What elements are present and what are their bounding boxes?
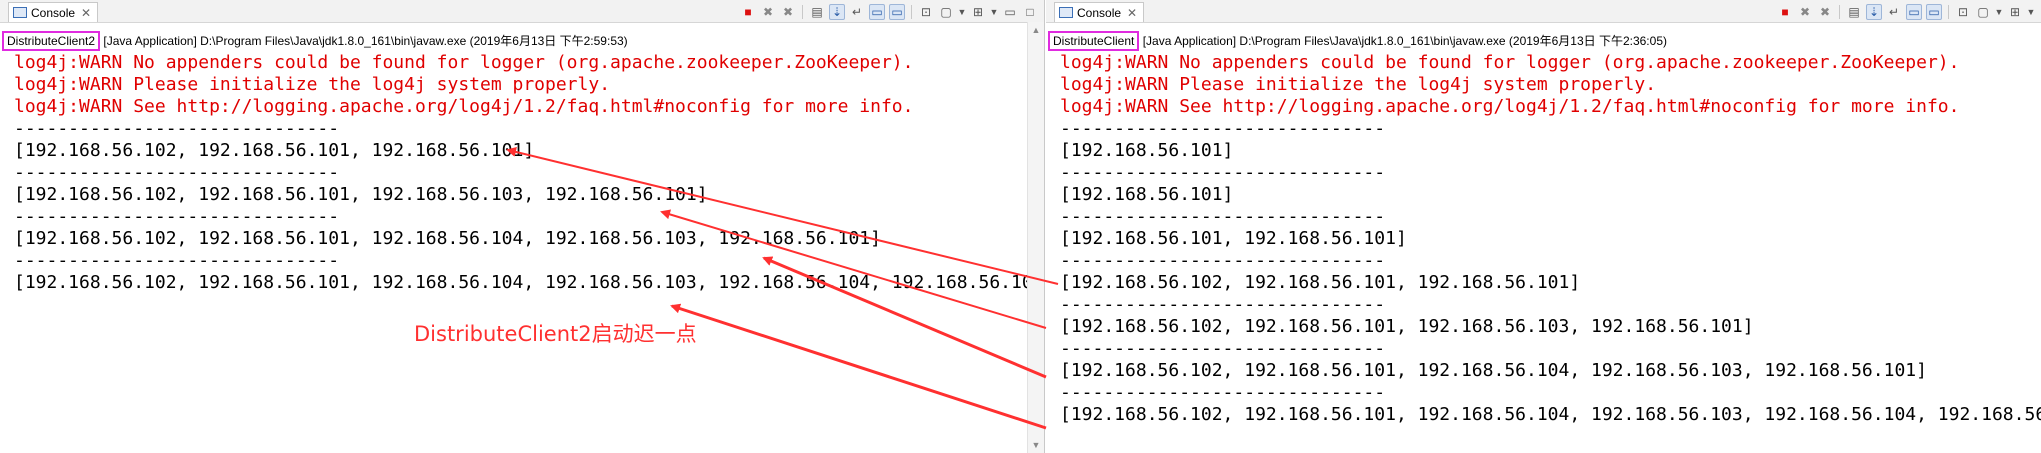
left-console-line: log4j:WARN Please initialize the log4j s… — [14, 74, 611, 95]
left-vertical-scrollbar[interactable]: ▲ ▼ — [1027, 22, 1044, 453]
clear-console-icon[interactable]: ▤ — [1846, 4, 1862, 20]
clear-console-icon[interactable]: ▤ — [809, 4, 825, 20]
right-console-output[interactable]: log4j:WARN No appenders could be found f… — [1060, 52, 2041, 426]
scroll-lock-icon[interactable]: ⇣ — [1866, 3, 1882, 20]
left-console-line: [192.168.56.102, 192.168.56.101, 192.168… — [14, 184, 708, 205]
word-wrap-icon[interactable]: ↵ — [1886, 4, 1902, 20]
right-console-line: [192.168.56.102, 192.168.56.101, 192.168… — [1060, 316, 1754, 337]
left-process-name: DistributeClient2 — [2, 31, 101, 51]
left-process-description: DistributeClient2 [Java Application] D:\… — [0, 31, 628, 51]
right-console-line: ------------------------------ — [1060, 294, 1386, 315]
remove-launch-icon[interactable]: ✖ — [760, 4, 776, 20]
console-icon — [1059, 7, 1073, 18]
right-console-panel: Console ✕ ■ ✖ ✖ ▤ ⇣ ↵ ▭ ▭ ⊡ ▢ ▼ ⊞ ▼ Dist… — [1046, 0, 2041, 453]
remove-launch-icon[interactable]: ✖ — [1797, 4, 1813, 20]
left-console-panel: Console ✕ ■ ✖ ✖ ▤ ⇣ ↵ ▭ ▭ ⊡ ▢ ▼ ⊞ ▼ ▭ □ … — [0, 0, 1055, 453]
right-console-line: [192.168.56.102, 192.168.56.101, 192.168… — [1060, 404, 2041, 425]
left-console-line: ------------------------------ — [14, 206, 340, 227]
annotation-text: DistributeClient2启动迟一点 — [414, 322, 697, 346]
show-on-stderr-icon[interactable]: ▭ — [889, 3, 905, 20]
left-console-line: log4j:WARN See http://logging.apache.org… — [14, 96, 914, 117]
left-console-line: log4j:WARN No appenders could be found f… — [14, 52, 914, 73]
console-icon — [13, 7, 27, 18]
stop-icon[interactable]: ■ — [1777, 4, 1793, 20]
left-console-line: [192.168.56.102, 192.168.56.101, 192.168… — [14, 272, 1055, 293]
right-console-line: [192.168.56.101, 192.168.56.101] — [1060, 228, 1407, 249]
chevron-down-icon[interactable]: ▼ — [1995, 4, 2004, 20]
word-wrap-icon[interactable]: ↵ — [849, 4, 865, 20]
remove-all-icon[interactable]: ✖ — [1817, 4, 1833, 20]
left-console-line: [192.168.56.102, 192.168.56.101, 192.168… — [14, 140, 535, 161]
right-console-tab[interactable]: Console ✕ — [1054, 2, 1145, 22]
left-console-line: ------------------------------ — [14, 250, 340, 271]
right-console-line: log4j:WARN No appenders could be found f… — [1060, 52, 1960, 73]
right-console-tab-label: Console — [1077, 5, 1122, 20]
right-console-line: ------------------------------ — [1060, 250, 1386, 271]
scroll-lock-icon[interactable]: ⇣ — [829, 3, 845, 20]
toolbar-separator — [1839, 4, 1840, 19]
right-console-line: [192.168.56.102, 192.168.56.101, 192.168… — [1060, 272, 1581, 293]
right-tab-bar: Console ✕ ■ ✖ ✖ ▤ ⇣ ↵ ▭ ▭ ⊡ ▢ ▼ ⊞ ▼ — [1046, 0, 2041, 23]
right-process-name: DistributeClient — [1048, 31, 1140, 51]
chevron-down-icon[interactable]: ▼ — [2027, 4, 2036, 20]
show-on-stderr-icon[interactable]: ▭ — [1926, 3, 1942, 20]
remove-all-icon[interactable]: ✖ — [780, 4, 796, 20]
left-console-line: ------------------------------ — [14, 162, 340, 183]
left-tab-bar: Console ✕ ■ ✖ ✖ ▤ ⇣ ↵ ▭ ▭ ⊡ ▢ ▼ ⊞ ▼ ▭ □ — [0, 0, 1044, 23]
left-console-output[interactable]: log4j:WARN No appenders could be found f… — [14, 52, 1055, 294]
right-console-line: ------------------------------ — [1060, 162, 1386, 183]
left-console-tab-label: Console — [31, 5, 76, 20]
right-console-line: ------------------------------ — [1060, 338, 1386, 359]
right-console-line: ------------------------------ — [1060, 206, 1386, 227]
right-process-description: DistributeClient [Java Application] D:\P… — [1046, 31, 1667, 51]
right-console-toolbar: ■ ✖ ✖ ▤ ⇣ ↵ ▭ ▭ ⊡ ▢ ▼ ⊞ ▼ — [1777, 3, 2035, 20]
pin-console-icon[interactable]: ⊡ — [1955, 4, 1971, 20]
open-console-icon[interactable]: ⊞ — [970, 4, 986, 20]
right-console-line: [192.168.56.101] — [1060, 140, 1234, 161]
right-console-line: log4j:WARN Please initialize the log4j s… — [1060, 74, 1657, 95]
show-on-stdout-icon[interactable]: ▭ — [1906, 3, 1922, 20]
toolbar-separator — [802, 4, 803, 19]
right-process-details: [Java Application] D:\Program Files\Java… — [1139, 34, 1667, 48]
chevron-down-icon[interactable]: ▼ — [958, 4, 967, 20]
open-console-icon[interactable]: ⊞ — [2007, 4, 2023, 20]
right-console-line: log4j:WARN See http://logging.apache.org… — [1060, 96, 1960, 117]
stop-icon[interactable]: ■ — [740, 4, 756, 20]
display-selected-console-icon[interactable]: ▢ — [938, 4, 954, 20]
right-console-line: ------------------------------ — [1060, 118, 1386, 139]
left-process-details: [Java Application] D:\Program Files\Java… — [100, 34, 628, 48]
toolbar-separator — [1948, 4, 1949, 19]
right-console-line: ------------------------------ — [1060, 382, 1386, 403]
right-console-line: [192.168.56.102, 192.168.56.101, 192.168… — [1060, 360, 1927, 381]
left-console-line: [192.168.56.102, 192.168.56.101, 192.168… — [14, 228, 881, 249]
scroll-down-icon[interactable]: ▼ — [1028, 437, 1044, 453]
chevron-down-icon[interactable]: ▼ — [990, 4, 999, 20]
left-console-line: ------------------------------ — [14, 118, 340, 139]
maximize-icon[interactable]: □ — [1022, 4, 1038, 20]
toolbar-separator — [911, 4, 912, 19]
close-icon[interactable]: ✕ — [1127, 6, 1137, 20]
close-icon[interactable]: ✕ — [81, 6, 91, 20]
pin-console-icon[interactable]: ⊡ — [918, 4, 934, 20]
left-console-toolbar: ■ ✖ ✖ ▤ ⇣ ↵ ▭ ▭ ⊡ ▢ ▼ ⊞ ▼ ▭ □ — [740, 3, 1038, 20]
right-console-line: [192.168.56.101] — [1060, 184, 1234, 205]
left-console-tab[interactable]: Console ✕ — [8, 2, 99, 22]
display-selected-console-icon[interactable]: ▢ — [1975, 4, 1991, 20]
show-on-stdout-icon[interactable]: ▭ — [869, 3, 885, 20]
scroll-up-icon[interactable]: ▲ — [1028, 22, 1044, 38]
minimize-icon[interactable]: ▭ — [1002, 4, 1018, 20]
